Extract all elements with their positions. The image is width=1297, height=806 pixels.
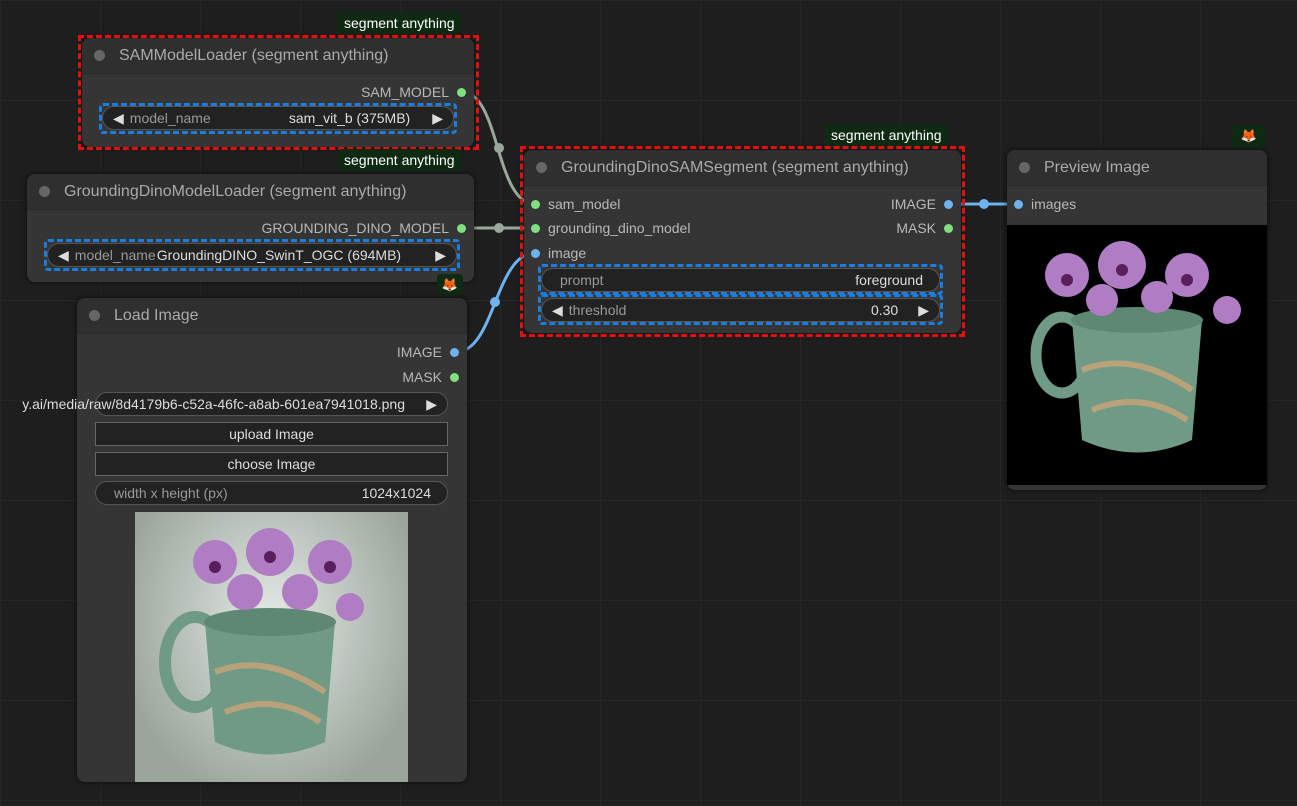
node-title[interactable]: GroundingDinoModelLoader (segment anythi…	[27, 174, 474, 210]
image-file-combo[interactable]: y.ai/media/raw/8d4179b6-c52a-46fc-a8ab-6…	[22, 392, 448, 416]
input-image-preview	[135, 512, 408, 782]
orchid-cup-image	[159, 528, 364, 755]
node-badge: segment anything	[825, 124, 948, 146]
slot-label: GROUNDING_DINO_MODEL	[261, 220, 449, 236]
image-size-field: width x height (px) 1024x1024	[95, 481, 448, 505]
widget-label: width x height (px)	[114, 485, 228, 501]
title-text: Preview Image	[1044, 158, 1150, 176]
widget-highlight	[99, 103, 457, 134]
title-text: Load Image	[114, 306, 199, 324]
slot-dot[interactable]	[450, 347, 459, 357]
choose-image-button[interactable]: choose Image	[95, 452, 448, 476]
collapse-dot[interactable]	[1019, 162, 1030, 173]
slot-label: MASK	[402, 369, 442, 385]
output-mask[interactable]: MASK	[402, 369, 459, 385]
output-image[interactable]: IMAGE	[397, 344, 459, 360]
node-preview-image[interactable]: Preview Image images	[1007, 150, 1267, 490]
node-badge: segment anything	[338, 12, 461, 34]
collapse-dot[interactable]	[39, 186, 50, 197]
upload-image-button[interactable]: upload Image	[95, 422, 448, 446]
node-title[interactable]: Preview Image	[1007, 150, 1267, 186]
node-badge: segment anything	[338, 149, 461, 171]
node-title[interactable]: Load Image	[77, 298, 467, 334]
widget-value: y.ai/media/raw/8d4179b6-c52a-46fc-a8ab-6…	[22, 396, 405, 412]
collapse-dot[interactable]	[89, 310, 100, 321]
output-image-preview[interactable]	[1007, 225, 1267, 485]
widget-highlight	[44, 239, 460, 271]
title-text: GroundingDinoModelLoader (segment anythi…	[64, 182, 407, 200]
slot-dot[interactable]	[1014, 199, 1023, 209]
slot-dot[interactable]	[457, 223, 466, 233]
widget-value: 1024x1024	[361, 485, 431, 501]
widget-highlight	[538, 264, 943, 295]
slot-dot[interactable]	[450, 372, 459, 382]
widget-highlight	[538, 294, 943, 325]
slot-label: images	[1031, 196, 1077, 212]
slot-label: IMAGE	[396, 344, 442, 360]
output-grounding-dino-model[interactable]: GROUNDING_DINO_MODEL	[262, 220, 466, 236]
segmented-cup-image	[1030, 241, 1241, 453]
arrow-right-icon[interactable]: ▶	[426, 396, 437, 413]
fox-icon: 🦊	[437, 274, 463, 296]
input-images[interactable]: images	[1014, 196, 1076, 212]
node-load-image[interactable]: Load Image IMAGE MASK upload Image choos…	[77, 298, 467, 782]
fox-icon: 🦊	[1232, 125, 1266, 148]
